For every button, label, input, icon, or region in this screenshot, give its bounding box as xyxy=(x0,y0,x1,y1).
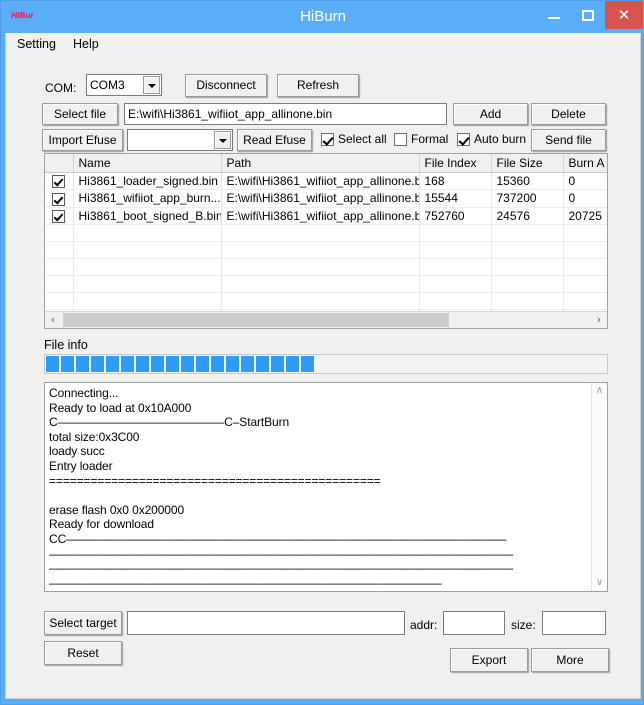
reset-button[interactable]: Reset xyxy=(44,641,122,665)
cell-file-index: 168 xyxy=(419,172,492,191)
file-path-input[interactable]: E:\wifi\Hi3861_wifiiot_app_allinone.bin xyxy=(124,103,447,125)
checkbox-icon xyxy=(52,175,66,189)
efuse-select[interactable] xyxy=(127,129,233,151)
cell-file-size: 737200 xyxy=(491,189,564,208)
scroll-right-icon[interactable]: › xyxy=(591,312,607,328)
col-header-file-index[interactable]: File Index xyxy=(419,154,492,173)
table-row[interactable]: Hi3861_loader_signed.bin E:\wifi\Hi3861_… xyxy=(45,172,607,191)
auto-burn-label: Auto burn xyxy=(474,132,527,146)
table-row-empty xyxy=(45,292,607,310)
cell-path: E:\wifi\Hi3861_wifiiot_app_allinone.bin xyxy=(221,172,420,191)
client-area: Setting Help COM: COM3 Disconnect Refres… xyxy=(5,33,641,699)
row-checkbox[interactable] xyxy=(45,172,74,191)
hscroll-thumb[interactable] xyxy=(63,313,449,327)
minimize-button[interactable] xyxy=(537,1,571,29)
select-target-button[interactable]: Select target xyxy=(44,611,122,635)
cell-burn-addr: 20725 xyxy=(563,207,607,225)
log-output[interactable]: Connecting... Ready to load at 0x10A000 … xyxy=(44,382,608,592)
log-vscrollbar[interactable]: ∧ ∨ xyxy=(591,383,607,591)
size-label: size: xyxy=(511,618,536,632)
table-row-empty xyxy=(45,275,607,293)
cell-burn-addr: 0 xyxy=(563,172,607,191)
formal-label: Formal xyxy=(411,132,449,146)
select-file-button[interactable]: Select file xyxy=(42,103,118,125)
add-button[interactable]: Add xyxy=(453,103,528,125)
cell-path: E:\wifi\Hi3861_wifiiot_app_allinone.bin xyxy=(221,189,420,208)
more-button[interactable]: More xyxy=(531,648,609,672)
table-row-empty xyxy=(45,224,607,242)
read-efuse-button[interactable]: Read Efuse xyxy=(237,129,312,151)
table-row[interactable]: Hi3861_boot_signed_B.bin E:\wifi\Hi3861_… xyxy=(45,207,607,225)
disconnect-button[interactable]: Disconnect xyxy=(185,74,267,97)
app-window: HiBurn HiBurn ✕ Setting Help COM: COM3 D… xyxy=(0,0,644,705)
send-file-button[interactable]: Send file xyxy=(531,129,606,151)
cell-name: Hi3861_loader_signed.bin xyxy=(73,172,222,191)
size-input[interactable] xyxy=(542,611,606,635)
col-header-check[interactable] xyxy=(45,154,74,173)
row-checkbox[interactable] xyxy=(45,189,74,208)
title-bar: HiBurn HiBurn ✕ xyxy=(1,1,644,33)
row-checkbox[interactable] xyxy=(45,207,74,225)
maximize-button[interactable] xyxy=(571,1,605,29)
close-icon: ✕ xyxy=(617,6,631,24)
export-button[interactable]: Export xyxy=(450,648,528,672)
com-port-select[interactable]: COM3 xyxy=(86,74,162,96)
maximize-icon xyxy=(582,10,594,21)
delete-button[interactable]: Delete xyxy=(531,103,606,125)
com-port-value: COM3 xyxy=(90,78,125,92)
cell-file-size: 15360 xyxy=(491,172,564,191)
cell-name: Hi3861_boot_signed_B.bin xyxy=(73,207,222,225)
scroll-down-icon[interactable]: ∨ xyxy=(592,575,607,591)
checkbox-icon xyxy=(52,209,66,223)
file-info-label: File info xyxy=(44,338,88,352)
chevron-down-icon[interactable] xyxy=(214,131,231,149)
log-text: Connecting... Ready to load at 0x10A000 … xyxy=(49,386,514,590)
target-input[interactable] xyxy=(127,611,405,635)
table-header-row: Name Path File Index File Size Burn A xyxy=(45,154,607,173)
checkbox-icon xyxy=(321,133,334,146)
cell-file-index: 15544 xyxy=(419,189,492,208)
cell-file-index: 752760 xyxy=(419,207,492,225)
scroll-up-icon[interactable]: ∧ xyxy=(592,383,607,399)
file-table-grid: Name Path File Index File Size Burn A Hi… xyxy=(45,154,607,328)
checkbox-icon xyxy=(457,133,470,146)
menu-item-help[interactable]: Help xyxy=(68,36,104,53)
progress-fill xyxy=(45,355,314,373)
scroll-left-icon[interactable]: ‹ xyxy=(45,312,61,328)
cell-file-size: 24576 xyxy=(491,207,564,225)
import-efuse-button[interactable]: Import Efuse xyxy=(42,129,123,151)
checkbox-icon xyxy=(52,192,66,206)
checkbox-icon xyxy=(394,133,407,146)
refresh-button[interactable]: Refresh xyxy=(277,74,359,97)
cell-name: Hi3861_wifiiot_app_burn... xyxy=(73,189,222,208)
cell-burn-addr: 0 xyxy=(563,189,607,208)
col-header-name[interactable]: Name xyxy=(73,154,222,173)
burn-progress-bar xyxy=(44,354,608,374)
close-button[interactable]: ✕ xyxy=(605,1,643,29)
addr-label: addr: xyxy=(410,618,438,632)
table-hscrollbar[interactable]: ‹ › xyxy=(45,311,607,328)
minimize-icon xyxy=(548,17,560,19)
chevron-down-icon[interactable] xyxy=(143,76,160,94)
menu-bar: Setting Help xyxy=(6,33,640,56)
addr-input[interactable] xyxy=(443,611,505,635)
menu-item-setting[interactable]: Setting xyxy=(12,36,61,53)
table-row-empty xyxy=(45,258,607,276)
com-label: COM: xyxy=(45,81,77,95)
table-row[interactable]: Hi3861_wifiiot_app_burn... E:\wifi\Hi386… xyxy=(45,189,607,208)
cell-path: E:\wifi\Hi3861_wifiiot_app_allinone.bin xyxy=(221,207,420,225)
table-row-empty xyxy=(45,241,607,259)
col-header-file-size[interactable]: File Size xyxy=(491,154,564,173)
col-header-burn-addr[interactable]: Burn A xyxy=(563,154,607,173)
file-table: Name Path File Index File Size Burn A Hi… xyxy=(44,153,608,329)
col-header-path[interactable]: Path xyxy=(221,154,420,173)
select-all-label: Select all xyxy=(338,132,387,146)
